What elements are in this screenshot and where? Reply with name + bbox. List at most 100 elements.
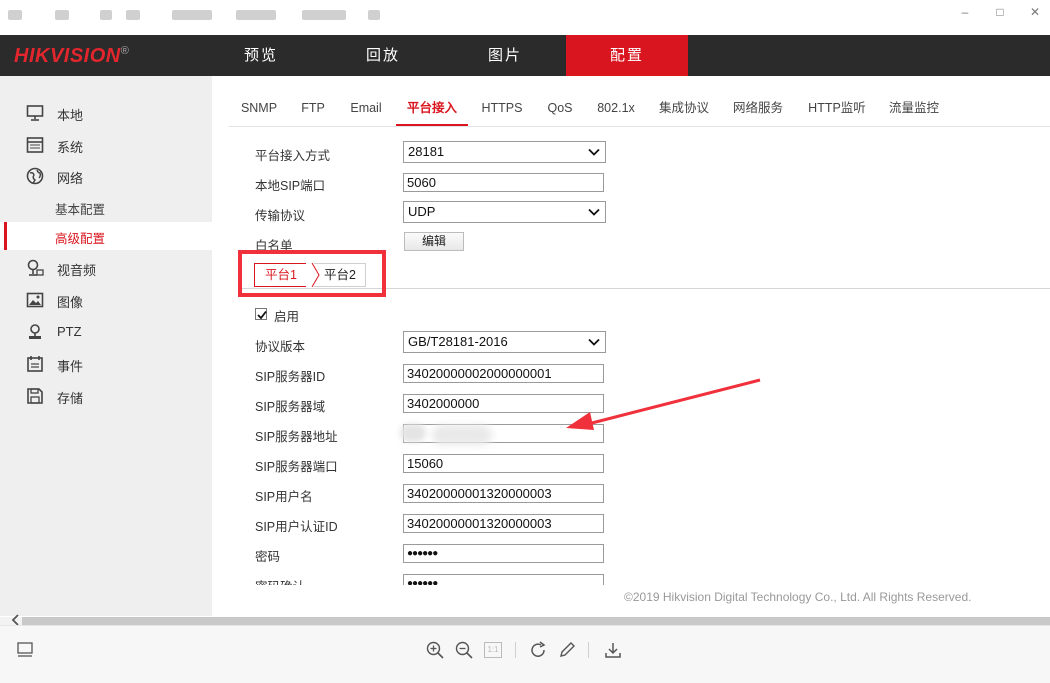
menu-icon[interactable] <box>55 10 69 20</box>
help-icon[interactable] <box>368 10 380 20</box>
thumbnail-icon[interactable] <box>15 640 35 660</box>
menu-item[interactable] <box>172 10 212 20</box>
sidebar-item-label: 视音频 <box>57 263 97 278</box>
scrollbar-thumb[interactable] <box>22 617 1050 625</box>
app-icon <box>8 10 22 20</box>
actual-size-icon[interactable]: 1:1 <box>484 642 502 658</box>
rotate-icon[interactable] <box>528 640 548 660</box>
minimize-icon[interactable]: – <box>955 4 975 20</box>
calendar-icon <box>27 356 43 372</box>
tab-email[interactable]: Email <box>343 90 389 126</box>
menu-item[interactable] <box>302 10 346 20</box>
sidebar-item-label: 网络 <box>57 171 84 186</box>
protocol-version-select[interactable]: GB/T28181-2016 <box>403 331 606 353</box>
menu-icon[interactable] <box>100 10 112 20</box>
transport-protocol-value: UDP <box>408 204 436 219</box>
sidebar-item-video-audio[interactable]: 视音频 <box>0 254 212 282</box>
active-indicator <box>4 222 7 250</box>
access-mode-value: 28181 <box>408 144 445 159</box>
sip-server-port-field[interactable]: 15060 <box>403 454 604 473</box>
edit-whitelist-button[interactable]: 编辑 <box>404 232 464 251</box>
menu-icon[interactable] <box>126 10 140 20</box>
toolbar-separator <box>515 642 516 658</box>
image-icon <box>26 292 44 308</box>
sidebar-item-ptz[interactable]: PTZ <box>0 318 212 346</box>
sip-server-address-label: SIP服务器地址 <box>255 430 338 444</box>
sidebar-subitem-label: 基本配置 <box>55 203 106 217</box>
sidebar-subitem-label: 高级配置 <box>55 232 106 246</box>
nav-picture[interactable]: 图片 <box>444 35 566 76</box>
zoom-in-icon[interactable] <box>425 640 445 660</box>
nav-configuration[interactable]: 配置 <box>566 35 688 76</box>
logo-mark: ® <box>120 45 130 57</box>
viewer-toolbar: 1:1 <box>0 625 1050 683</box>
close-icon[interactable]: ✕ <box>1025 4 1045 20</box>
logo-text: HIKVISION <box>14 45 121 67</box>
redaction-blur <box>432 425 492 445</box>
tab-platform-access[interactable]: 平台接入 <box>396 90 468 126</box>
tab-ftp[interactable]: FTP <box>295 90 331 126</box>
local-sip-port-field[interactable]: 5060 <box>403 173 604 192</box>
sidebar-item-network[interactable]: 网络 <box>0 162 212 190</box>
access-mode-select[interactable]: 28181 <box>403 141 606 163</box>
zoom-out-icon[interactable] <box>454 640 474 660</box>
sip-server-domain-label: SIP服务器域 <box>255 400 326 414</box>
annotation-highlight-box <box>238 250 386 297</box>
checkmark-icon <box>257 310 267 320</box>
sidebar-item-storage[interactable]: 存储 <box>0 382 212 410</box>
download-icon[interactable] <box>603 640 623 660</box>
menu-item[interactable] <box>236 10 276 20</box>
top-header: HIKVISION® 预览 回放 图片 配置 <box>0 35 1050 76</box>
password-field[interactable]: ●●●●●● <box>403 544 604 563</box>
sidebar-item-label: 图像 <box>57 295 84 310</box>
maximize-icon[interactable]: □ <box>990 4 1010 20</box>
nav-preview[interactable]: 预览 <box>200 35 322 76</box>
enable-checkbox[interactable] <box>255 308 267 320</box>
tab-snmp[interactable]: SNMP <box>233 90 285 126</box>
sidebar-item-label: 本地 <box>57 108 84 123</box>
microphone-camera-icon <box>27 259 44 276</box>
access-mode-label: 平台接入方式 <box>255 149 331 163</box>
password-confirm-field[interactable]: ●●●●●● <box>403 574 604 585</box>
sidebar-item-label: PTZ <box>57 324 82 339</box>
sidebar-item-event[interactable]: 事件 <box>0 350 212 378</box>
floppy-disk-icon <box>27 388 43 404</box>
nav-playback[interactable]: 回放 <box>322 35 444 76</box>
ptz-camera-icon <box>29 324 41 339</box>
edit-pen-icon[interactable] <box>557 640 577 660</box>
config-tabs: SNMP FTP Email 平台接入 HTTPS QoS 802.1x 集成协… <box>229 90 1050 127</box>
tab-qos[interactable]: QoS <box>542 90 578 126</box>
sidebar-subitem-advanced-config[interactable]: 高级配置 <box>0 222 212 250</box>
sip-username-field[interactable]: 34020000001320000003 <box>403 484 604 503</box>
sip-server-domain-field[interactable]: 3402000000 <box>403 394 604 413</box>
sidebar-item-local[interactable]: 本地 <box>0 99 212 127</box>
tab-http-listening[interactable]: HTTP监听 <box>806 90 868 126</box>
tab-network-service[interactable]: 网络服务 <box>730 90 786 126</box>
system-window-icon <box>26 137 44 153</box>
protocol-version-value: GB/T28181-2016 <box>408 334 508 349</box>
chevron-down-icon <box>588 208 600 216</box>
chevron-down-icon <box>588 148 600 156</box>
sip-server-id-field[interactable]: 34020000002000000001 <box>403 364 604 383</box>
transport-protocol-select[interactable]: UDP <box>403 201 606 223</box>
sip-auth-id-field[interactable]: 34020000001320000003 <box>403 514 604 533</box>
sidebar-item-system[interactable]: 系统 <box>0 131 212 159</box>
horizontal-scrollbar[interactable] <box>0 614 1050 626</box>
tab-8021x[interactable]: 802.1x <box>595 90 637 126</box>
transport-protocol-label: 传输协议 <box>255 209 306 223</box>
tab-integration-protocol[interactable]: 集成协议 <box>656 90 712 126</box>
chevron-down-icon <box>588 338 600 346</box>
tab-https[interactable]: HTTPS <box>478 90 526 126</box>
copyright-text: ©2019 Hikvision Digital Technology Co., … <box>624 590 972 604</box>
tab-traffic-monitoring[interactable]: 流量监控 <box>886 90 942 126</box>
enable-label: 启用 <box>274 310 300 324</box>
password-label: 密码 <box>255 550 281 564</box>
toolbar-separator <box>588 642 589 658</box>
sidebar-item-label: 事件 <box>57 359 84 374</box>
sidebar-subitem-basic-config[interactable]: 基本配置 <box>0 193 212 221</box>
sidebar-item-image[interactable]: 图像 <box>0 286 212 314</box>
sidebar-item-label: 存储 <box>57 391 84 406</box>
sip-server-port-label: SIP服务器端口 <box>255 460 338 474</box>
redaction-blur <box>400 424 426 442</box>
monitor-icon <box>26 105 44 121</box>
